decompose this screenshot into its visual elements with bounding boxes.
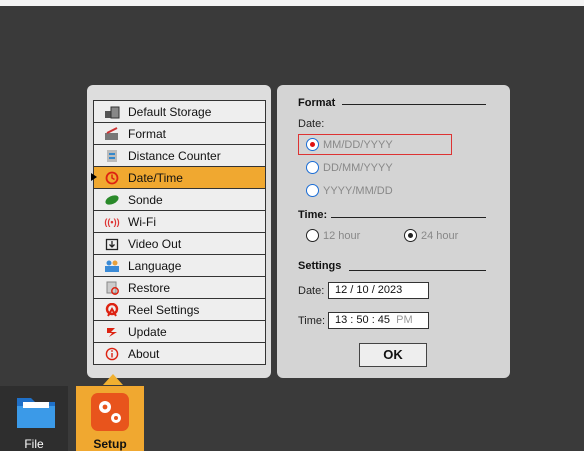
date-format-option-ddmmyyyy[interactable]: DD/MM/YYYY — [306, 161, 393, 174]
time-divider — [331, 217, 486, 218]
date-format-option-yyyymmdd[interactable]: YYYY/MM/DD — [306, 184, 393, 197]
menu-item-label: Restore — [128, 280, 171, 295]
menu-item-label: Format — [128, 126, 167, 141]
date-value: 12 / 10 / 2023 — [335, 284, 403, 296]
date-format-label: Date: — [298, 118, 325, 130]
wifi-icon: ((•)) — [104, 216, 120, 227]
menu-item-label: Distance Counter — [128, 148, 221, 163]
active-tab-pointer — [103, 374, 123, 385]
storage-icon — [104, 105, 120, 119]
format-icon — [104, 126, 120, 141]
menu-item-label: Date/Time — [128, 170, 183, 185]
distance-counter-icon — [104, 149, 120, 163]
menu-item-restore[interactable]: Restore — [94, 277, 265, 299]
time-ampm-indicator: PM — [396, 314, 413, 326]
settings-divider — [349, 270, 486, 271]
date-field-label: Date: — [298, 285, 325, 297]
format-section-title: Format — [298, 97, 336, 109]
menu-item-format[interactable]: Format — [94, 123, 265, 145]
date-format-option-mmddyyyy[interactable]: MM/DD/YYYY — [306, 138, 393, 151]
update-icon — [104, 325, 120, 339]
tab-setup-label: Setup — [93, 437, 127, 451]
restore-icon — [104, 281, 120, 295]
clock-icon — [104, 171, 120, 185]
menu-item-label: Sonde — [128, 192, 163, 207]
folder-icon — [17, 398, 55, 428]
ok-button[interactable]: OK — [359, 343, 427, 367]
time-value-field[interactable]: 13 : 50 : 45 PM — [328, 312, 429, 329]
radio-button-selected[interactable] — [404, 229, 417, 242]
tab-file-label: File — [24, 437, 44, 451]
gear-icon — [91, 393, 129, 431]
radio-button[interactable] — [306, 161, 319, 174]
time-value: 13 : 50 : 45 — [335, 314, 391, 326]
top-strip — [0, 0, 584, 6]
menu-item-reel-settings[interactable]: Reel Settings — [94, 299, 265, 321]
time-field-label: Time: — [298, 315, 326, 327]
menu-item-label: Video Out — [128, 236, 182, 251]
settings-menu-list: Default Storage Format Distance Counter … — [91, 100, 266, 365]
menu-item-label: Default Storage — [128, 104, 212, 119]
time-format-option-24h[interactable]: 24 hour — [404, 229, 458, 242]
menu-item-label: Reel Settings — [128, 302, 200, 317]
menu-item-default-storage[interactable]: Default Storage — [94, 101, 265, 123]
radio-label: MM/DD/YYYY — [323, 138, 393, 151]
menu-item-label: Update — [128, 324, 167, 339]
menu-item-date-time[interactable]: Date/Time — [91, 167, 265, 189]
tab-setup[interactable]: Setup — [76, 386, 144, 451]
sonde-icon — [104, 193, 120, 207]
menu-item-distance-counter[interactable]: Distance Counter — [94, 145, 265, 167]
info-icon — [104, 347, 120, 361]
menu-item-about[interactable]: About — [94, 343, 265, 364]
radio-label: YYYY/MM/DD — [323, 184, 393, 197]
tab-file[interactable]: File — [0, 386, 68, 451]
format-divider — [342, 104, 486, 105]
radio-button[interactable] — [306, 229, 319, 242]
menu-item-update[interactable]: Update — [94, 321, 265, 343]
radio-label: DD/MM/YYYY — [323, 161, 393, 174]
radio-button[interactable] — [306, 184, 319, 197]
menu-item-sonde[interactable]: Sonde — [94, 189, 265, 211]
menu-item-label: About — [128, 346, 160, 361]
language-icon — [104, 259, 120, 273]
time-format-option-12h[interactable]: 12 hour — [306, 229, 360, 242]
settings-section-title: Settings — [298, 260, 342, 272]
menu-item-wifi[interactable]: ((•)) Wi-Fi — [94, 211, 265, 233]
menu-item-language[interactable]: Language — [94, 255, 265, 277]
video-out-icon — [104, 237, 120, 251]
radio-button-selected[interactable] — [306, 138, 319, 151]
menu-item-label: Wi-Fi — [128, 214, 156, 229]
radio-label: 12 hour — [323, 229, 361, 242]
time-section-title: Time: — [298, 209, 328, 221]
menu-item-label: Language — [128, 258, 182, 273]
date-value-field[interactable]: 12 / 10 / 2023 — [328, 282, 429, 299]
radio-label: 24 hour — [421, 229, 459, 242]
reel-icon — [104, 302, 120, 317]
menu-item-video-out[interactable]: Video Out — [94, 233, 265, 255]
